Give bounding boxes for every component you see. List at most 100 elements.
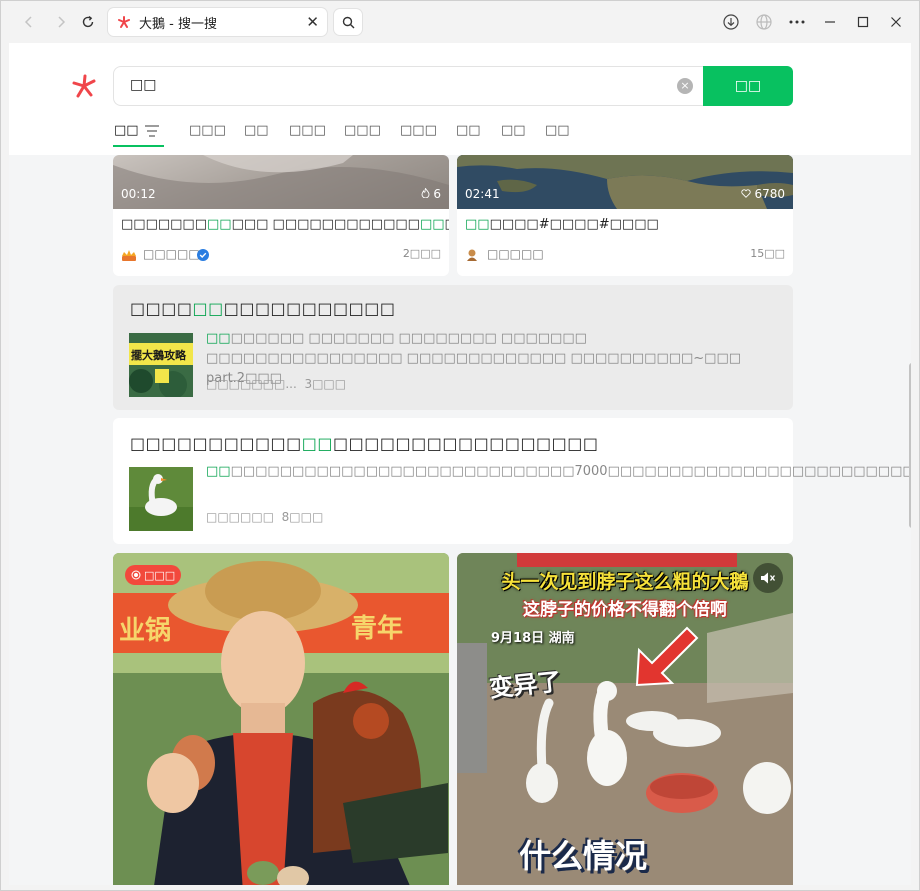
- article-thumbnail[interactable]: [129, 467, 193, 531]
- overlay-sticker: 变异了: [487, 667, 563, 703]
- video-title[interactable]: □□□□□□□□□□□□ □□□□□□□□□□□□□□□□: [121, 217, 449, 232]
- article-result[interactable]: □□□□□□□□□□□□□□□□□ 擺大鵝攻略 □□□□□□□□ □□□□□□□…: [113, 285, 793, 410]
- overlay-date: 9月18日 湖南: [491, 631, 575, 646]
- title-text: □□□□□□□□□□□: [223, 299, 396, 318]
- title-text: □□□□#□□□□#□□□□: [489, 217, 659, 232]
- minimize-icon: [825, 21, 835, 23]
- reload-icon: [82, 15, 94, 28]
- more-button[interactable]: [785, 10, 809, 34]
- article-thumbnail[interactable]: 擺大鵝攻略: [129, 333, 193, 397]
- more-icon: [789, 20, 805, 24]
- title-highlight: □□: [192, 299, 224, 318]
- title-text: □□□□□□□□□□□: [130, 434, 302, 453]
- search-input[interactable]: □□: [130, 77, 156, 93]
- tab-item[interactable]: □□: [244, 123, 269, 138]
- video-card[interactable]: 业锅 青年 □□□: [113, 553, 449, 885]
- sousou-logo-icon[interactable]: [71, 73, 97, 99]
- tab-item[interactable]: □□□: [344, 123, 381, 138]
- download-icon: [723, 14, 739, 30]
- tab-item[interactable]: □□: [545, 123, 570, 138]
- post-time: 2□□□: [402, 247, 441, 260]
- title-text: □□□□□□□□□□□□□□□□□: [333, 434, 599, 453]
- tab-item[interactable]: □□□: [289, 123, 326, 138]
- author-name[interactable]: □□□□□: [487, 247, 544, 261]
- title-text: □□□ □□□□□□□□□□□□: [231, 217, 420, 232]
- article-meta: □□□□□□□... 3□□□: [206, 377, 346, 391]
- video-title[interactable]: □□□□□□#□□□□#□□□□: [465, 217, 659, 232]
- article-time: 8□□□: [281, 510, 324, 524]
- video-thumbnail[interactable]: 业锅 青年: [113, 553, 449, 885]
- snippet-text: □□□□□□□□□□□□□□□□□□□□□□□□□□□□7000□□□□□□□□…: [230, 464, 911, 479]
- filter-icon[interactable]: [145, 125, 159, 137]
- tab-close-icon[interactable]: ✕: [306, 13, 319, 31]
- tab-all[interactable]: □□: [114, 123, 139, 138]
- back-button[interactable]: [17, 10, 41, 34]
- overlay-subtitle: 这脖子的价格不得翻个倍啊: [523, 600, 727, 620]
- video-card[interactable]: 00:12 6 □□□□□□□□□□□□ □□□□□□□□□□□□□□ □□ □□…: [113, 155, 449, 276]
- video-thumbnail[interactable]: 00:12 6: [113, 155, 449, 209]
- article-title[interactable]: □□□□□□□□□□□□□□□□□: [130, 299, 396, 318]
- flame-icon: [421, 187, 429, 199]
- author-name[interactable]: □□□□□: [143, 247, 200, 261]
- back-icon: [24, 16, 32, 28]
- scrollbar-thumb[interactable]: [909, 363, 911, 528]
- maximize-icon: [857, 16, 869, 28]
- tab-item[interactable]: □□□: [189, 123, 226, 138]
- likes-count: 6780: [754, 187, 785, 201]
- tab-item[interactable]: □□: [456, 123, 481, 138]
- article-title[interactable]: □□□□□□□□□□□□□□□□□□□□□□□□□□□□□□: [130, 434, 599, 453]
- tab-search-button[interactable]: [334, 9, 362, 35]
- search-box[interactable]: □□ ×: [113, 66, 705, 106]
- author-avatar-icon: [467, 249, 477, 261]
- reload-button[interactable]: [76, 10, 100, 34]
- svg-text:青年: 青年: [351, 613, 403, 644]
- mute-icon: [761, 572, 776, 584]
- search-submit-button[interactable]: □□: [703, 66, 793, 106]
- live-badge: □□□: [125, 565, 182, 585]
- video-thumbnail[interactable]: 02:41 6780: [457, 155, 793, 209]
- video-likes: 6780: [740, 187, 785, 201]
- tab-item[interactable]: □□: [501, 123, 526, 138]
- close-icon: [891, 17, 901, 27]
- heart-icon: [740, 189, 751, 198]
- likes-count: 6: [433, 187, 441, 201]
- article-source[interactable]: □□□□□□: [206, 510, 274, 524]
- download-button[interactable]: [719, 10, 743, 34]
- snippet-highlight: □□: [206, 464, 231, 479]
- maximize-button[interactable]: [851, 10, 875, 34]
- video-likes: 6: [421, 187, 441, 201]
- forward-icon: [58, 16, 66, 28]
- page-content: □□ × □□ □□ □□□ □□ □□□ □□□ □□□ □□ □□ □□ 0…: [9, 43, 911, 885]
- video-card[interactable]: 02:41 6780 □□□□□□#□□□□#□□□□ □□□□□ 15□□: [457, 155, 793, 276]
- title-text: □□□□: [130, 299, 193, 318]
- svg-text:业锅: 业锅: [119, 616, 171, 646]
- tab-item[interactable]: □□□: [400, 123, 437, 138]
- translate-button[interactable]: [752, 10, 776, 34]
- mute-button[interactable]: [753, 563, 783, 593]
- article-source[interactable]: □□□□□□□...: [206, 377, 297, 391]
- article-result[interactable]: □□□□□□□□□□□□□□□□□□□□□□□□□□□□□□ □□□□□□□□□…: [113, 418, 911, 544]
- author-avatar-icon: [122, 250, 136, 261]
- title-highlight: □□: [465, 217, 490, 232]
- forward-button[interactable]: [49, 10, 73, 34]
- title-highlight: □□: [419, 217, 445, 232]
- minimize-button[interactable]: [818, 10, 842, 34]
- video-duration: 02:41: [465, 187, 500, 201]
- browser-window: 大鵝 - 搜一搜 ✕ □□ × □□ □□ □□□ □□ □□□ □□□ □□□…: [0, 0, 920, 891]
- close-window-button[interactable]: [884, 10, 908, 34]
- tab-title: 大鵝 - 搜一搜: [139, 16, 217, 32]
- active-tab-underline: [113, 145, 164, 147]
- overlay-sticker: 什么情况: [519, 837, 648, 875]
- video-meta: □□□□□ 15□□: [465, 247, 785, 263]
- video-duration: 00:12: [121, 187, 156, 201]
- browser-tab[interactable]: 大鵝 - 搜一搜 ✕: [108, 8, 327, 36]
- overlay-title: 头一次见到脖子这么粗的大鵝: [501, 571, 749, 593]
- search-icon: [342, 16, 354, 28]
- video-card[interactable]: 头一次见到脖子这么粗的大鵝 这脖子的价格不得翻个倍啊 9月18日 湖南 变异了 …: [457, 553, 793, 885]
- clear-search-icon[interactable]: ×: [677, 78, 693, 94]
- post-time: 15□□: [750, 247, 785, 260]
- thumbnail-caption: 擺大鵝攻略: [131, 349, 186, 362]
- snippet-highlight: □□: [206, 331, 231, 346]
- verified-icon: [197, 249, 209, 261]
- live-badge-label: □□□: [144, 568, 176, 582]
